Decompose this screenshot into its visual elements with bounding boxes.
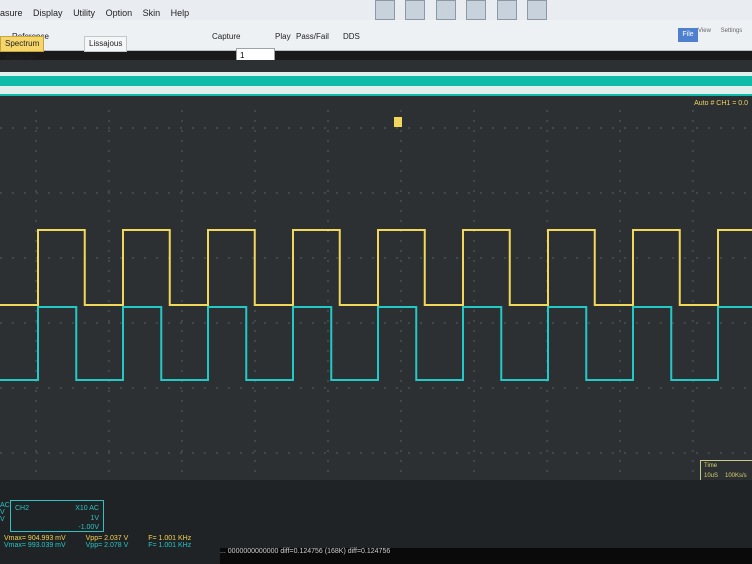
menu-utility[interactable]: Utility xyxy=(73,8,95,18)
ch2-label: CH2 xyxy=(15,505,30,512)
trigger-status: Auto # CH1 = 0.0 xyxy=(694,100,748,107)
ch2-scale: 1V xyxy=(90,515,99,522)
menu-help[interactable]: Help xyxy=(171,8,190,18)
ch2-frequency: F= 1.001 KHz xyxy=(148,542,192,549)
tool-icon[interactable] xyxy=(375,0,395,20)
menu-measure[interactable]: asure xyxy=(0,8,23,18)
ch1-measurements: Vmax= 904.993 mV Vpp= 2.037 V F= 1.001 K… xyxy=(4,535,191,542)
left-label-ac: AC xyxy=(0,502,10,509)
tool-icon[interactable] xyxy=(496,0,517,20)
file-button[interactable]: File xyxy=(678,28,698,42)
ribbon-settings[interactable]: Settings xyxy=(721,28,743,34)
tool-icon[interactable] xyxy=(435,0,456,20)
timeline-band xyxy=(0,76,752,86)
menu-display[interactable]: Display xyxy=(33,8,63,18)
tool-icon[interactable] xyxy=(466,0,487,20)
status-bar: ... 0000000000000 diff=0.124756 (168K) d… xyxy=(220,548,752,564)
ch2-vpp: Vpp= 2.078 V xyxy=(85,542,129,549)
tool-icon[interactable] xyxy=(527,0,548,20)
left-channel-labels: AC V V xyxy=(0,502,10,523)
left-label-v2: V xyxy=(0,516,5,523)
ch2-probe: X10 AC xyxy=(75,505,99,512)
time-label: Time xyxy=(704,463,718,469)
play-button[interactable]: Play xyxy=(275,28,291,46)
sample-rate: 100Ks/s xyxy=(725,473,747,479)
ribbon-view[interactable]: View xyxy=(698,28,711,34)
main-menu: asure Display Utility Option Skin Help xyxy=(0,8,197,18)
time-value: 10uS xyxy=(704,473,719,479)
ch2-vmax: Vmax= 993.039 mV xyxy=(4,542,66,549)
capture-label: Capture xyxy=(212,32,241,41)
ch1-vmax: Vmax= 904.993 mV xyxy=(4,535,66,542)
ch2-offset: -1.00V xyxy=(78,524,99,531)
dds-button[interactable]: DDS xyxy=(343,28,360,46)
tool-icon[interactable] xyxy=(405,0,426,20)
trigger-position-marker[interactable] xyxy=(394,117,402,127)
left-label-v: V xyxy=(0,509,5,516)
ch1-frequency: F= 1.001 KHz xyxy=(148,535,192,542)
ribbon-menu: View Settings xyxy=(698,28,750,34)
ch2-settings-box[interactable]: CH2 X10 AC 1V -1.00V xyxy=(10,500,104,532)
tab-spectrum-analyzer[interactable]: Spectrum Analyzer xyxy=(0,36,45,62)
tab-lissajous[interactable]: Lissajous xyxy=(84,36,128,52)
display-bg xyxy=(0,110,752,480)
menu-skin[interactable]: Skin xyxy=(143,8,161,18)
measurement-panel: Vmax= 904.993 mV Vpp= 2.037 V F= 1.001 K… xyxy=(4,535,191,549)
menu-option[interactable]: Option xyxy=(106,8,133,18)
ch2-measurements: Vmax= 993.039 mV Vpp= 2.078 V F= 1.001 K… xyxy=(4,542,191,549)
timebase-timeline[interactable] xyxy=(0,72,752,96)
waveform-display xyxy=(0,110,752,480)
pass-fail-button[interactable]: Pass/Fail xyxy=(296,28,329,46)
ch1-vpp: Vpp= 2.037 V xyxy=(85,535,129,542)
